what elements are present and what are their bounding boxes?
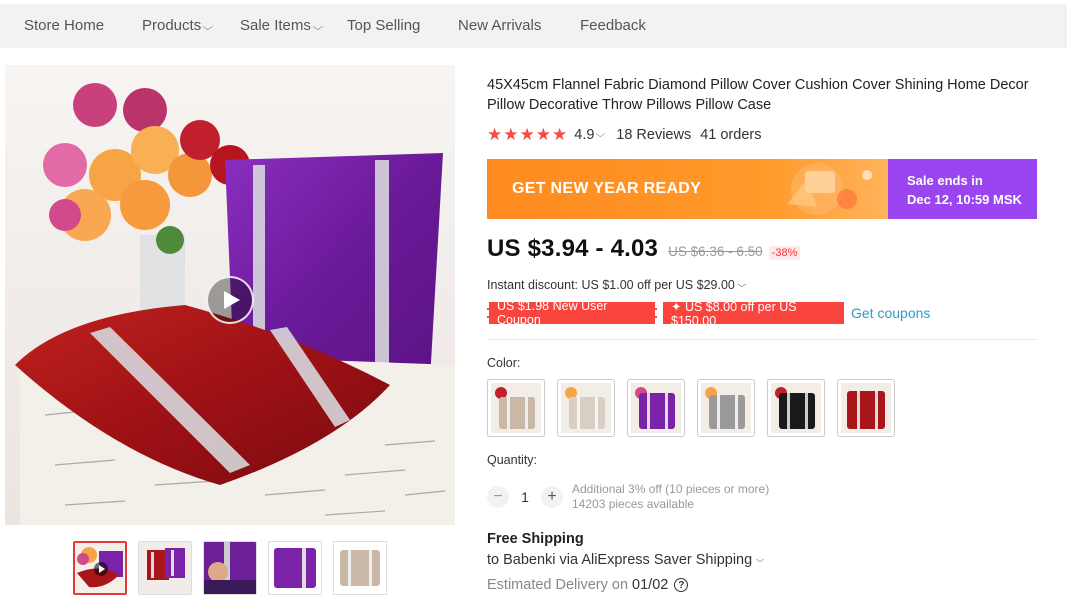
rating-value[interactable]: 4.9 [574, 127, 594, 143]
promo-banner[interactable]: GET NEW YEAR READY Sale ends in Dec 12, … [487, 159, 1037, 219]
current-price: US $3.94 - 4.03 [487, 235, 659, 262]
store-nav-bar: Store Home Products ⌵ Sale Items ⌵ Top S… [0, 4, 1067, 48]
delivery-prefix: Estimated Delivery on [487, 577, 629, 593]
chevron-down-icon: ⌵ [737, 280, 747, 289]
nav-new-arrivals[interactable]: New Arrivals [458, 17, 541, 34]
swatch-image [701, 383, 751, 433]
shipping-destination-text: to Babenki via AliExpress Saver Shipping [487, 552, 753, 568]
nav-sale-items[interactable]: Sale Items ⌵ [240, 17, 323, 34]
star-icon: ★ [503, 125, 519, 144]
quantity-value[interactable]: 1 [509, 489, 541, 505]
thumbnail-image [334, 542, 386, 594]
thumbnail-image [75, 543, 125, 593]
play-video-button[interactable] [206, 276, 254, 324]
quantity-stepper: − 1 + Additional 3% off (10 pieces or mo… [487, 482, 769, 512]
nav-store-home[interactable]: Store Home [24, 17, 104, 34]
nav-label: Store Home [24, 17, 105, 34]
sale-ends-label: Sale ends in [907, 173, 983, 188]
star-icon: ★ [487, 125, 503, 144]
chevron-down-icon: ⌵ [755, 555, 765, 564]
swatch-photo [701, 383, 751, 433]
main-product-image[interactable] [5, 65, 455, 525]
shipping-title: Free Shipping [487, 531, 584, 547]
rating-row: ★ ★ ★ ★ ★ 4.9 ⌵ 18 Reviews 41 orders [487, 126, 761, 143]
color-swatch-red[interactable] [837, 379, 895, 437]
quantity-increase-button[interactable]: + [541, 486, 563, 508]
color-swatches [487, 379, 895, 437]
thumbnail-image-2[interactable] [138, 541, 192, 595]
sale-countdown: Sale ends in Dec 12, 10:59 MSK [888, 159, 1037, 219]
swatch-photo [841, 383, 891, 433]
chevron-down-icon: ⌵ [312, 21, 323, 33]
new-user-coupon[interactable]: US $1.98 New User Coupon [487, 299, 657, 327]
play-icon [224, 291, 240, 309]
promo-text: GET NEW YEAR READY [512, 180, 702, 197]
get-coupons-link[interactable]: Get coupons [851, 305, 930, 321]
sale-ends-date: Dec 12, 10:59 MSK [907, 192, 1022, 207]
nav-label: Feedback [580, 17, 646, 34]
orders-count: 41 orders [700, 126, 762, 143]
swatch-image [561, 383, 611, 433]
instant-discount[interactable]: Instant discount: US $1.00 off per US $2… [487, 278, 747, 292]
color-swatch-purple[interactable] [627, 379, 685, 437]
swatch-photo [561, 383, 611, 433]
nav-label: New Arrivals [458, 17, 542, 34]
product-title: 45X45cm Flannel Fabric Diamond Pillow Co… [487, 77, 1029, 113]
promo-banner-left: GET NEW YEAR READY [487, 159, 888, 219]
shipping-destination[interactable]: to Babenki via AliExpress Saver Shipping… [487, 552, 765, 568]
price-row: US $3.94 - 4.03 US $6.36 - 6.50 -38% [487, 235, 801, 263]
swatch-image [841, 383, 891, 433]
thumbnail-image-5[interactable] [333, 541, 387, 595]
nav-label: Sale Items [240, 17, 311, 34]
color-label: Color: [487, 356, 521, 370]
thumbnail-video[interactable] [73, 541, 127, 595]
swatch-image [491, 383, 541, 433]
star-icon: ★ [552, 125, 568, 144]
color-swatch-black[interactable] [767, 379, 825, 437]
thumbnail-image [139, 542, 191, 594]
original-price: US $6.36 - 6.50 [668, 244, 763, 259]
color-swatch-light-khaki[interactable] [487, 379, 545, 437]
swatch-image [771, 383, 821, 433]
stock-available: 14203 pieces available [572, 497, 695, 511]
delivery-date: 01/02 [632, 577, 669, 593]
nav-top-selling[interactable]: Top Selling [347, 17, 420, 34]
thumbnail-image [269, 542, 321, 594]
nav-feedback[interactable]: Feedback [580, 17, 646, 34]
color-swatch-grey[interactable] [697, 379, 755, 437]
coupon-row: US $1.98 New User Coupon ✦ US $8.00 off … [487, 299, 930, 328]
color-swatch-beige[interactable] [557, 379, 615, 437]
bulk-discount-note: Additional 3% off (10 pieces or more) [572, 482, 770, 496]
thumbnail-image [204, 542, 256, 594]
discount-badge: -38% [768, 246, 801, 260]
swatch-photo [631, 383, 681, 433]
quantity-info: Additional 3% off (10 pieces or more) 14… [572, 482, 769, 512]
quantity-decrease-button[interactable]: − [487, 486, 509, 508]
swatch-photo [491, 383, 541, 433]
chevron-down-icon[interactable]: ⌵ [596, 129, 606, 140]
star-rating: ★ ★ ★ ★ ★ [487, 126, 567, 143]
chevron-down-icon: ⌵ [202, 21, 214, 33]
swatch-photo [771, 383, 821, 433]
star-icon: ★ [519, 125, 535, 144]
nav-products[interactable]: Products ⌵ [142, 17, 214, 34]
reviews-link[interactable]: 18 Reviews [616, 127, 691, 143]
star-icon: ★ [535, 125, 551, 144]
thumbnail-strip [73, 541, 387, 595]
thumbnail-image-4[interactable] [268, 541, 322, 595]
nav-label: Top Selling [347, 17, 421, 34]
quantity-label: Quantity: [487, 453, 538, 467]
estimated-delivery: Estimated Delivery on 01/02 ? [487, 577, 689, 593]
nav-label: Products [142, 17, 202, 34]
store-coupon[interactable]: ✦ US $8.00 off per US $150.00 [663, 300, 844, 328]
thumbnail-image-3[interactable] [203, 541, 257, 595]
divider [487, 339, 1037, 340]
swatch-image [631, 383, 681, 433]
help-icon[interactable]: ? [674, 578, 689, 592]
instant-discount-text: Instant discount: US $1.00 off per US $2… [487, 278, 735, 292]
